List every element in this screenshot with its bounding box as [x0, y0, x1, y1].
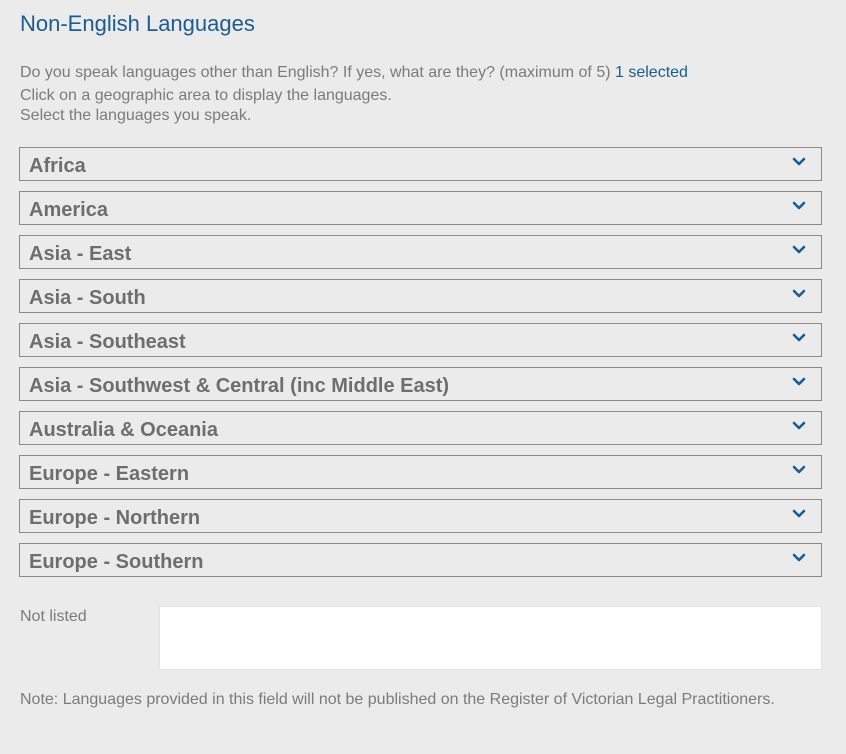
region-label: Africa — [29, 155, 86, 177]
region-label: Australia & Oceania — [29, 419, 218, 441]
question-line: Do you speak languages other than Englis… — [20, 63, 688, 83]
region-asia-south[interactable]: Asia - South — [19, 279, 822, 313]
region-asia-southwest-central[interactable]: Asia - Southwest & Central (inc Middle E… — [19, 367, 822, 401]
region-label: Europe - Northern — [29, 507, 201, 529]
region-europe-eastern[interactable]: Europe - Eastern — [19, 455, 822, 489]
instruction-select: Select the languages you speak. — [20, 107, 252, 124]
question-text: Do you speak languages other than Englis… — [20, 64, 611, 81]
chevron-down-icon — [792, 377, 806, 386]
region-label: Asia - South — [29, 287, 146, 309]
chevron-down-icon — [792, 157, 806, 166]
instruction-geographic: Click on a geographic area to display th… — [20, 87, 392, 104]
chevron-down-icon — [792, 553, 806, 562]
region-europe-northern[interactable]: Europe - Northern — [19, 499, 822, 533]
region-asia-east[interactable]: Asia - East — [19, 235, 822, 269]
region-africa[interactable]: Africa — [19, 147, 822, 181]
region-label: Asia - East — [29, 243, 132, 265]
chevron-down-icon — [792, 465, 806, 474]
chevron-down-icon — [792, 509, 806, 518]
not-listed-label: Not listed — [20, 608, 87, 625]
chevron-down-icon — [792, 245, 806, 254]
region-label: America — [29, 199, 108, 221]
region-label: Europe - Southern — [29, 551, 204, 573]
region-asia-southeast[interactable]: Asia - Southeast — [19, 323, 822, 357]
region-accordion: Africa America Asia - East Asia - South … — [19, 147, 822, 587]
chevron-down-icon — [792, 201, 806, 210]
region-america[interactable]: America — [19, 191, 822, 225]
selected-count: 1 selected — [615, 64, 688, 81]
region-label: Asia - Southeast — [29, 331, 186, 353]
region-australia-oceania[interactable]: Australia & Oceania — [19, 411, 822, 445]
chevron-down-icon — [792, 421, 806, 430]
chevron-down-icon — [792, 333, 806, 342]
chevron-down-icon — [792, 289, 806, 298]
section-title: Non-English Languages — [20, 11, 255, 36]
intro-text: Do you speak languages other than Englis… — [20, 63, 688, 126]
note-text: Note: Languages provided in this field w… — [20, 691, 775, 708]
region-label: Asia - Southwest & Central (inc Middle E… — [29, 375, 450, 397]
not-listed-input[interactable] — [159, 606, 822, 670]
region-label: Europe - Eastern — [29, 463, 190, 485]
region-europe-southern[interactable]: Europe - Southern — [19, 543, 822, 577]
